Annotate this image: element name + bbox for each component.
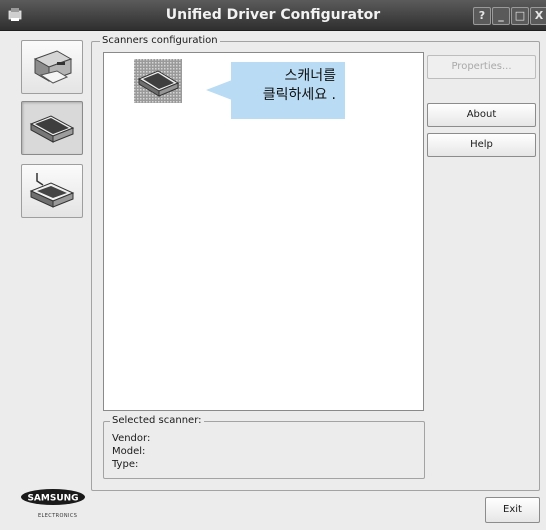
help-title-button[interactable]: ? [473,7,491,25]
tooltip-line-2: 클릭하세요 . [262,87,336,103]
electronics-label: ELECTRONICS [38,513,78,519]
maximize-button[interactable]: □ [511,7,529,25]
window-title: Unified Driver Configurator [165,7,381,23]
tooltip-line-1: 스캐너를 [284,68,336,84]
samsung-logo-text: SAMSUNG [27,494,78,504]
minimize-button[interactable]: _ [492,7,510,25]
properties-button[interactable]: Properties... [427,55,536,79]
sidebar-item-scanners[interactable] [21,101,83,155]
sidebar-item-ports[interactable] [21,164,83,218]
about-button[interactable]: About [427,103,536,127]
selected-scanner-group [103,421,425,479]
scanner-item-icon[interactable] [134,59,182,103]
type-label: Type: [112,459,139,470]
tooltip-arrow [206,80,232,100]
printer-icon [33,50,73,84]
sidebar-item-printers[interactable] [21,40,83,94]
close-button[interactable]: X [530,7,546,25]
samsung-logo: SAMSUNG [21,489,85,505]
selected-scanner-title: Selected scanner: [110,415,204,426]
model-label: Model: [112,446,146,457]
help-button[interactable]: Help [427,133,536,157]
click-scanner-tooltip: 스캐너를 클릭하세요 . [231,62,345,119]
title-bar[interactable]: Unified Driver Configurator ? _ □ X [0,0,546,31]
scanner-icon [29,115,75,143]
exit-button[interactable]: Exit [485,497,540,523]
vendor-label: Vendor: [112,433,151,444]
port-icon [29,173,75,208]
scanners-config-title: Scanners configuration [100,35,220,46]
